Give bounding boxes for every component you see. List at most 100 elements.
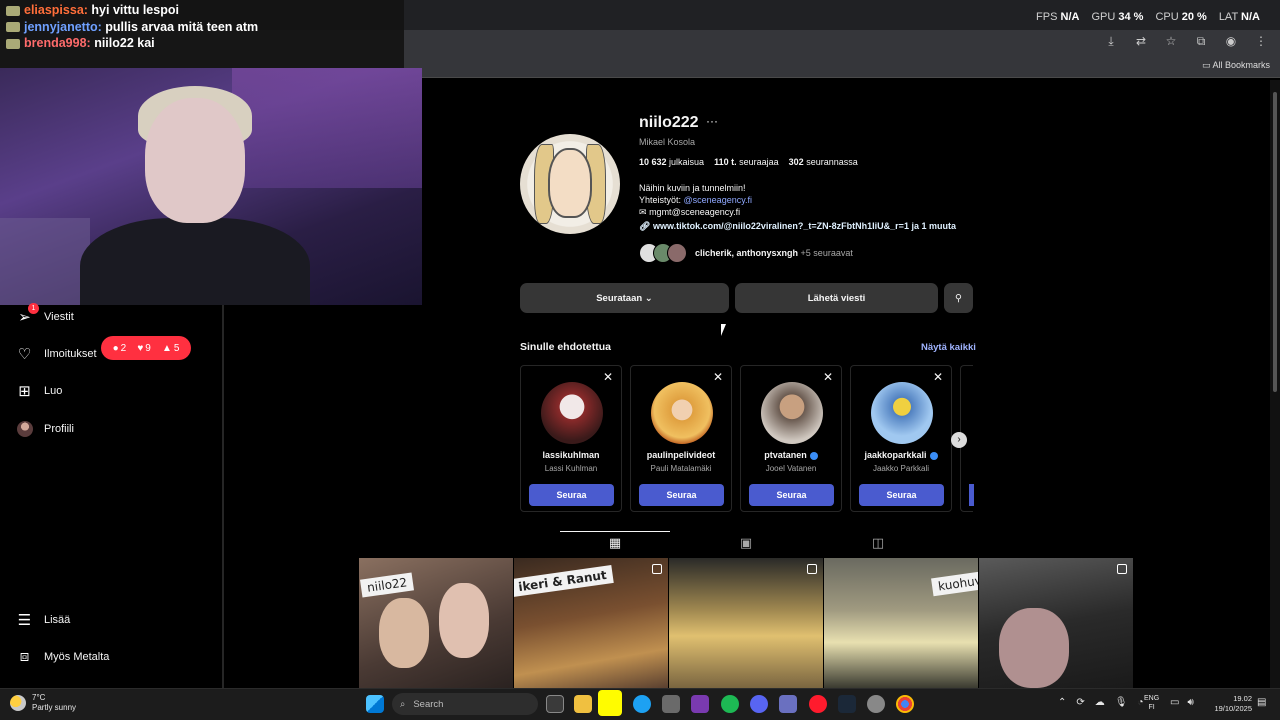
edge-icon[interactable]: [633, 695, 651, 713]
following-button-label: Seurataan: [596, 292, 643, 304]
windows-start-icon[interactable]: [366, 695, 384, 713]
chrome-icon[interactable]: [896, 695, 914, 713]
store-icon[interactable]: [662, 695, 680, 713]
app-icon[interactable]: [779, 695, 797, 713]
sidebar-item-more[interactable]: ☰ Lisää: [16, 611, 71, 629]
discord-icon[interactable]: [750, 695, 768, 713]
post-thumbnail[interactable]: [979, 558, 1133, 688]
close-icon[interactable]: ✕: [933, 370, 943, 384]
opera-icon[interactable]: [809, 695, 827, 713]
notifications-summary-badge: ● 2 ♥ 9 ▲ 5: [101, 336, 191, 360]
post-thumbnail[interactable]: niilo22: [359, 558, 513, 688]
following-button[interactable]: Seurataan ⌄: [520, 283, 729, 313]
taskbar-clock[interactable]: 19.02 19/10/2025: [1208, 694, 1252, 714]
messages-badge: 1: [28, 303, 39, 314]
input-language[interactable]: ENG FI: [1144, 694, 1159, 712]
page-scrollbar[interactable]: [1270, 80, 1280, 688]
install-icon[interactable]: ⤓: [1102, 34, 1120, 49]
spotify-icon[interactable]: [721, 695, 739, 713]
profile-picture[interactable]: [520, 134, 620, 234]
suggestion-card[interactable]: ✕ jaakkoparkkali Jaakko Parkkali Seuraa: [850, 365, 952, 512]
translate-icon[interactable]: ⇄: [1132, 34, 1150, 49]
suggestion-name: Jooel Vatanen: [765, 464, 817, 473]
extensions-icon[interactable]: ⧉: [1192, 34, 1210, 49]
send-message-button[interactable]: Lähetä viesti: [735, 283, 938, 313]
chevron-right-icon[interactable]: ›: [951, 432, 967, 448]
chevron-up-icon[interactable]: ⌃: [1058, 697, 1066, 708]
account-icon[interactable]: ◉: [1222, 34, 1240, 49]
sidebar-item-profile[interactable]: Profiili: [16, 420, 74, 437]
follow-button[interactable]: Seuraa: [529, 484, 614, 506]
suggest-users-button[interactable]: ⚲: [944, 283, 973, 313]
post-thumbnail[interactable]: [669, 558, 823, 688]
tagged-tab-icon[interactable]: ◫: [870, 535, 886, 551]
sync-icon[interactable]: ⟳: [1076, 697, 1084, 708]
obs-icon[interactable]: [867, 695, 885, 713]
cloud-icon[interactable]: ☁: [1095, 697, 1105, 708]
followed-by-avatars: [639, 243, 687, 263]
lang-region: FI: [1148, 704, 1155, 711]
gpu-label: GPU: [1091, 11, 1116, 23]
following-stat[interactable]: 302 seurannassa: [789, 157, 858, 167]
follow-button[interactable]: Seuraa: [859, 484, 944, 506]
follows-count: 5: [173, 342, 180, 354]
browser-menu-icon[interactable]: ⋮: [1252, 34, 1270, 49]
followed-by[interactable]: clicherik, anthonysxngh +5 seuraavat: [639, 243, 853, 263]
profile-external-link[interactable]: 🔗︎ www.tiktok.com/@niilo22viralinen?_t=Z…: [639, 221, 956, 232]
suggestion-username: paulinpelivideot: [646, 450, 716, 460]
profile-full-name: Mikael Kosola: [639, 137, 696, 147]
verified-badge-icon: [929, 451, 938, 460]
gpu-value: 34 %: [1118, 11, 1144, 23]
taskbar-search[interactable]: ⌕ Search: [392, 693, 538, 715]
likes-count: 9: [145, 342, 151, 354]
weather-description: Partly sunny: [32, 703, 77, 712]
all-bookmarks[interactable]: ▭ All Bookmarks: [1202, 60, 1270, 71]
menu-icon: ☰: [17, 611, 32, 629]
bio-mention-link[interactable]: @sceneagency.fi: [684, 195, 753, 205]
close-icon[interactable]: ✕: [603, 370, 613, 384]
sidebar-item-notifications[interactable]: ♡ Ilmoitukset: [16, 345, 97, 363]
scrollbar-thumb[interactable]: [1273, 92, 1277, 392]
task-view-icon[interactable]: [546, 695, 564, 713]
chat-message: pullis arvaa mitä teen atm: [105, 19, 259, 34]
close-icon[interactable]: ✕: [713, 370, 723, 384]
weather-widget[interactable]: 7°C Partly sunny: [10, 693, 76, 713]
network-icon[interactable]: ◔: [1137, 697, 1143, 708]
profile-avatar: [16, 420, 33, 437]
messages-icon: ➢ 1: [16, 303, 39, 326]
bookmark-star-icon[interactable]: ☆: [1162, 34, 1180, 49]
volume-icon[interactable]: 🔊︎: [1187, 697, 1193, 708]
folder-icon: ▭: [1201, 60, 1211, 70]
meta-icon: ⧈: [19, 648, 30, 665]
suggestion-card[interactable]: ✕ ptvatanen Jooel Vatanen Seuraa: [740, 365, 842, 512]
post-thumbnail[interactable]: kuohuvii: [824, 558, 978, 688]
chat-username: jennyjanetto:: [24, 19, 102, 34]
bio-line: Näihin kuviin ja tunnelmiin!: [639, 183, 746, 193]
sidebar: [0, 305, 223, 688]
posts-grid-tab-icon[interactable]: ▦: [607, 535, 623, 551]
follow-button[interactable]: Seuraa: [639, 484, 724, 506]
followers-stat[interactable]: 110 t. seuraajaa: [714, 157, 779, 167]
sidebar-item-create[interactable]: ⊞ Luo: [16, 382, 62, 400]
post-thumbnail[interactable]: ikeri & Ranut: [514, 558, 668, 688]
microphone-icon[interactable]: 🎙︎: [1115, 697, 1128, 708]
sidebar-item-messages[interactable]: ➢ 1 Viestit: [16, 303, 74, 326]
followers-count: 110 t.: [714, 157, 737, 167]
notifications-tray-icon[interactable]: ▤: [1257, 697, 1266, 708]
suggestion-card[interactable]: ✕ lassikuhlman Lassi Kuhlman Seuraa: [520, 365, 622, 512]
display-icon[interactable]: ▭: [1170, 697, 1179, 708]
file-explorer-icon[interactable]: [574, 695, 592, 713]
lat-label: LAT: [1218, 11, 1238, 23]
suggestion-card[interactable]: ✕ paulinpelivideot Pauli Matalamäki Seur…: [630, 365, 732, 512]
carousel-icon: [807, 564, 817, 574]
sidebar-item-also-from-meta[interactable]: ⧈ Myös Metalta: [16, 648, 110, 665]
close-icon[interactable]: ✕: [823, 370, 833, 384]
profile-options-icon[interactable]: ···: [706, 114, 718, 128]
follow-button[interactable]: Seuraa: [749, 484, 834, 506]
steam-icon[interactable]: [838, 695, 856, 713]
see-all-link[interactable]: Näytä kaikki: [921, 342, 976, 353]
snapchat-icon[interactable]: [598, 690, 622, 716]
app-icon[interactable]: [691, 695, 709, 713]
weather-temperature: 7°C: [32, 693, 46, 702]
reels-tab-icon[interactable]: ▣: [738, 535, 754, 551]
